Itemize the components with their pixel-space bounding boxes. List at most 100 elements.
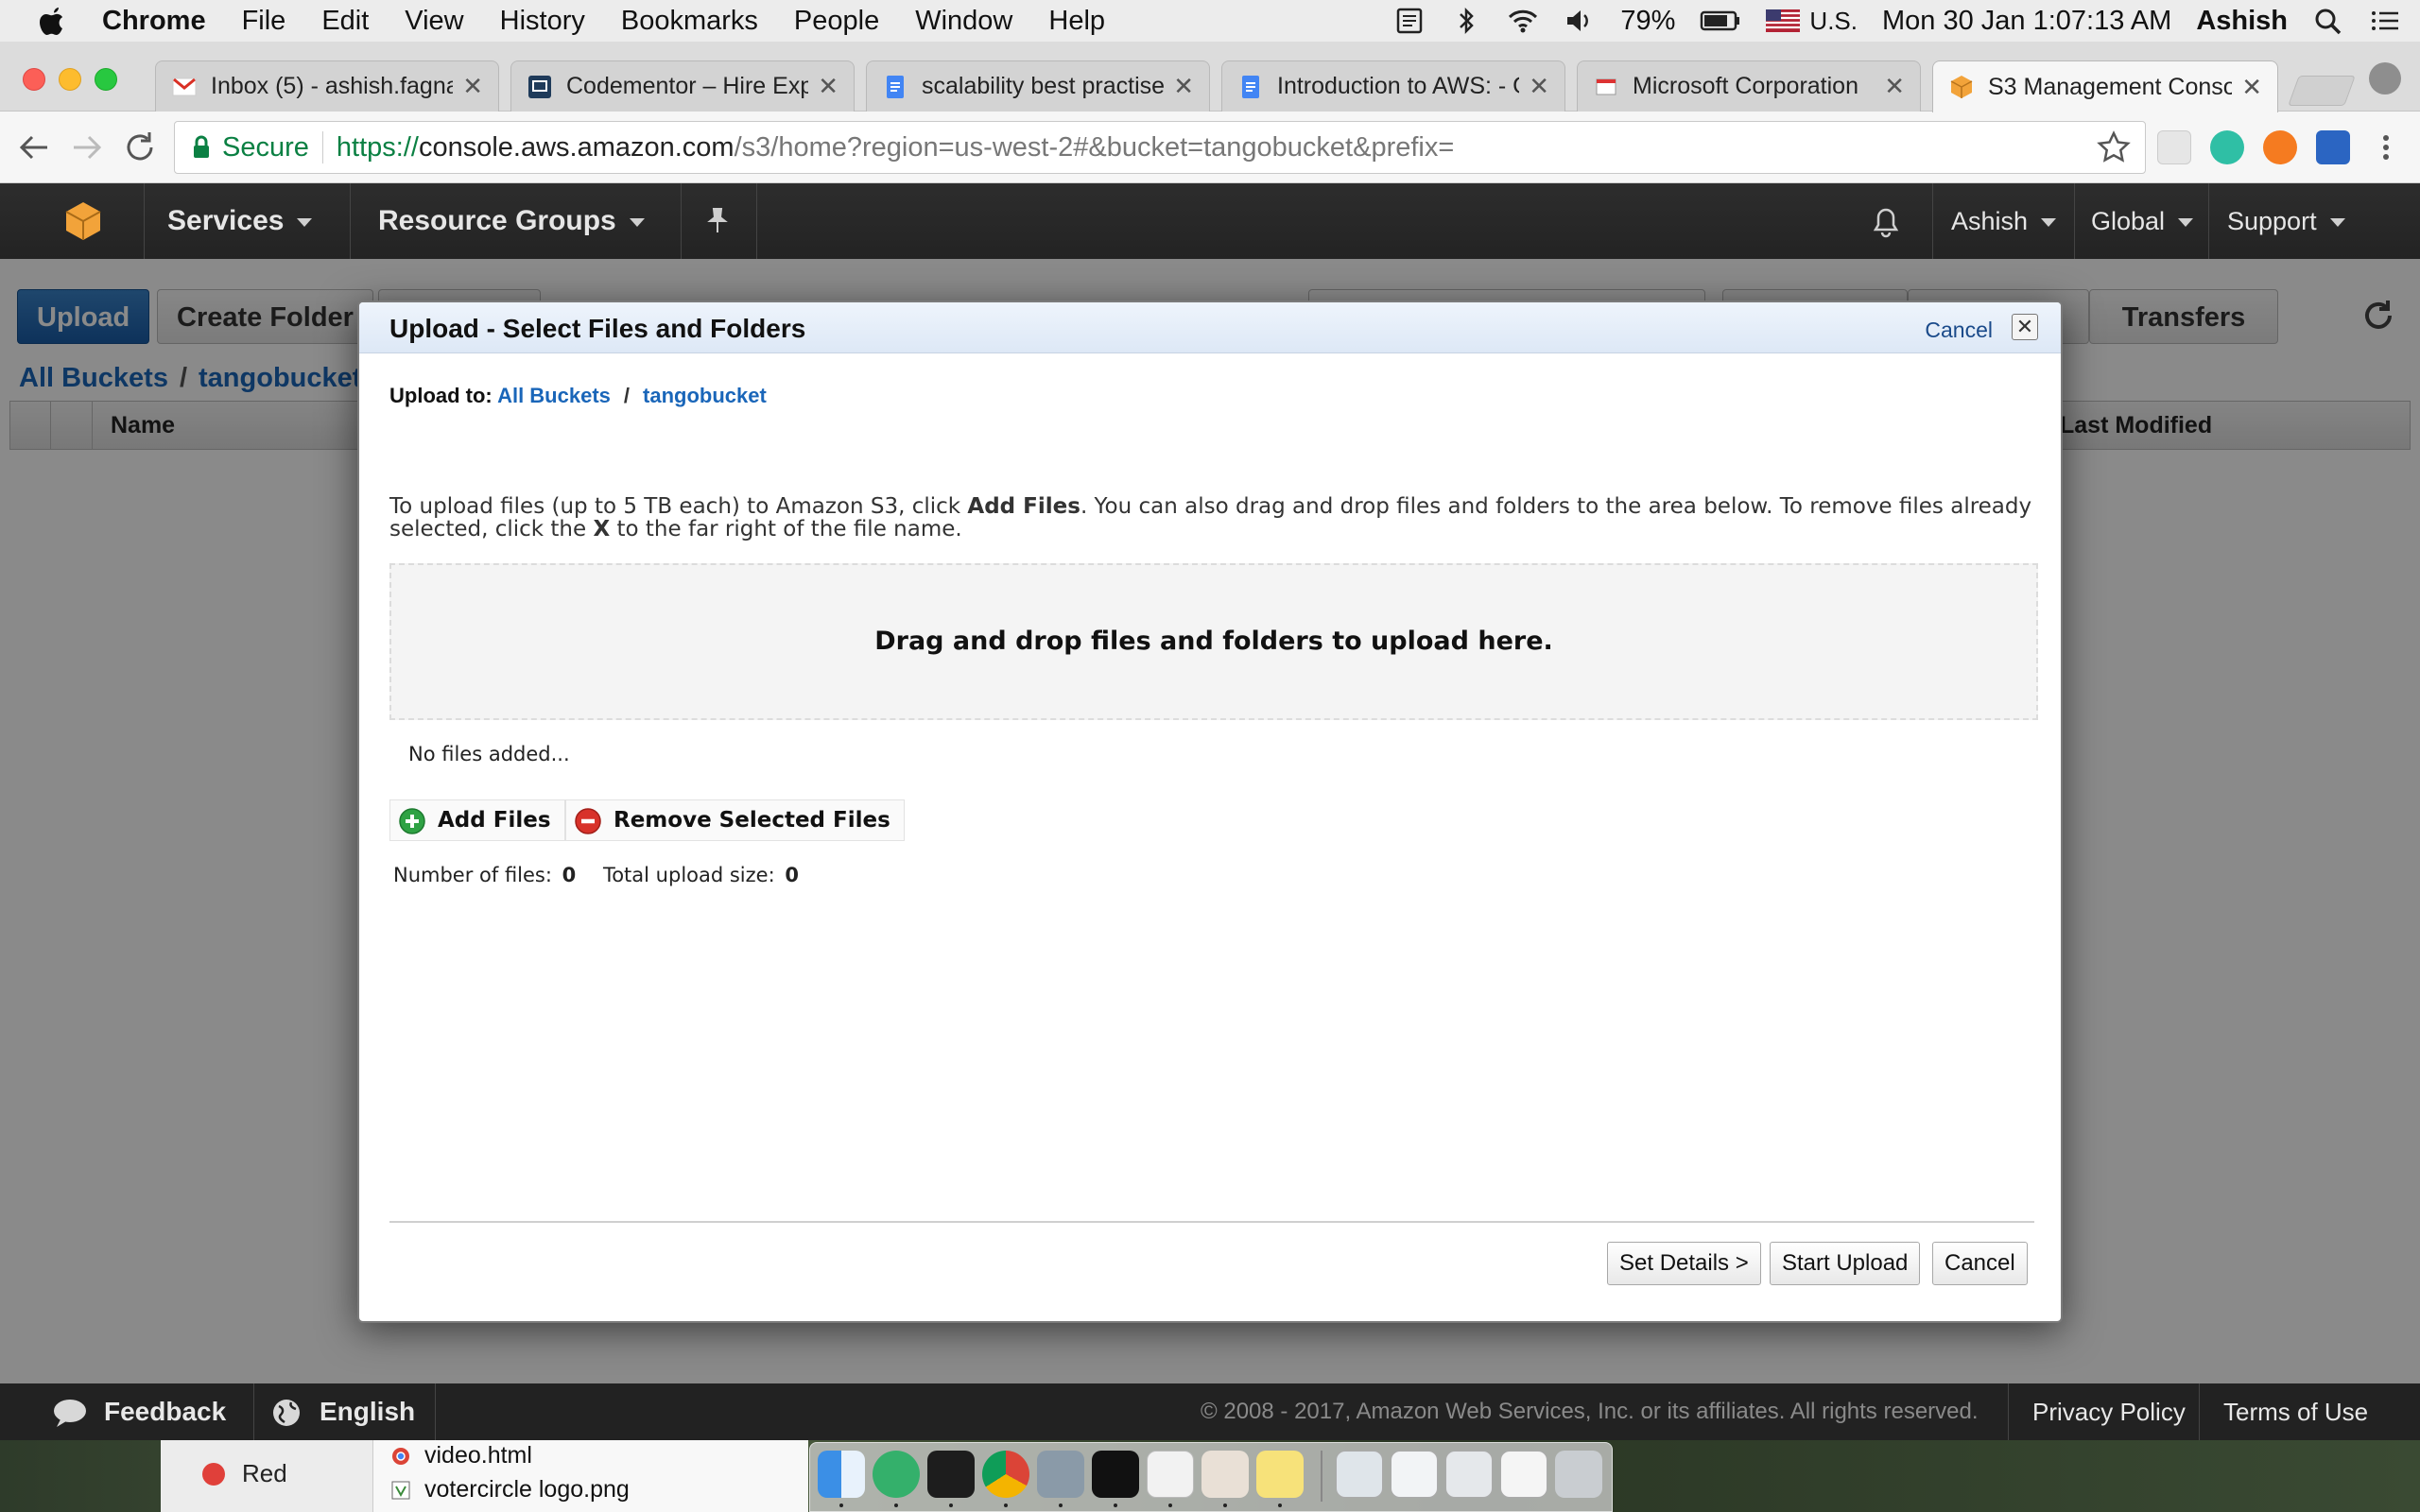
us-flag-icon[interactable] [1766,9,1801,32]
tab-gmail[interactable]: Inbox (5) - ashish.fagna ✕ [155,60,499,112]
services-menu[interactable]: Services [167,183,313,259]
resource-groups-menu[interactable]: Resource Groups [378,183,645,259]
minimized-window-icon[interactable] [1336,1451,1383,1498]
tab-title: Inbox (5) - ashish.fagna [211,73,454,99]
terminal-icon[interactable] [1092,1451,1139,1498]
menu-app-chrome[interactable]: Chrome [102,6,206,37]
set-details-button[interactable]: Set Details > [1607,1242,1761,1285]
tab-close-icon[interactable]: ✕ [1173,72,1194,101]
reload-icon[interactable] [121,129,159,166]
menu-file[interactable]: File [242,6,286,37]
window-zoom-button[interactable] [95,68,117,91]
account-menu[interactable]: Ashish [1951,183,2057,259]
menu-edit[interactable]: Edit [321,6,369,37]
bookmark-star-icon[interactable] [2096,129,2132,165]
volume-icon[interactable] [1564,7,1596,35]
chrome-profile-icon[interactable] [2369,62,2401,94]
menubar-user[interactable]: Ashish [2196,6,2288,37]
feedback-link[interactable]: Feedback [104,1383,226,1440]
remove-circle-icon [575,808,601,834]
file-drop-zone[interactable]: Drag and drop files and folders to uploa… [389,563,2038,720]
window-minimize-button[interactable] [59,68,81,91]
upload-to-all-buckets-link[interactable]: All Buckets [497,384,611,407]
close-icon[interactable]: ✕ [2012,314,2038,340]
minimized-window-icon[interactable] [1445,1451,1493,1498]
tab-close-icon[interactable]: ✕ [2241,73,2262,102]
terminal-dollar-icon[interactable] [927,1451,975,1498]
number-of-files-value: 0 [562,864,577,886]
extension-reader-icon[interactable] [2157,130,2191,164]
tab-s3-console[interactable]: S3 Management Console ✕ [1932,60,2278,112]
menubar-clock[interactable]: Mon 30 Jan 1:07:13 AM [1882,6,2171,37]
preview-icon[interactable] [1037,1451,1084,1498]
minimized-window-icon[interactable] [1391,1451,1438,1498]
extension-orange-icon[interactable] [2263,130,2297,164]
tab-close-icon[interactable]: ✕ [1529,72,1549,101]
forward-arrow-icon[interactable] [68,129,106,166]
tab-close-icon[interactable]: ✕ [818,72,838,101]
tab-microsoft[interactable]: Microsoft Corporation ✕ [1577,60,1921,112]
window-close-button[interactable] [23,68,45,91]
aws-cube-logo-icon[interactable] [60,198,106,244]
extension-m-icon[interactable] [2210,130,2244,164]
dialog-footer-divider [389,1221,2034,1223]
extension-bookmark-icon[interactable] [2316,130,2350,164]
tag-red-label[interactable]: Red [242,1459,287,1488]
start-upload-button[interactable]: Start Upload [1770,1242,1921,1285]
chrome-icon[interactable] [982,1451,1029,1498]
total-upload-size-value: 0 [785,864,799,886]
menu-history[interactable]: History [500,6,585,37]
bluetooth-icon[interactable] [1450,7,1482,35]
file-item[interactable]: video.html [390,1442,532,1469]
tab-title: Microsoft Corporation [1633,73,1858,99]
menu-help[interactable]: Help [1048,6,1105,37]
chrome-menu-icon[interactable] [2369,130,2403,164]
gmail-icon [172,77,197,95]
notes-app-icon[interactable] [1256,1451,1304,1498]
trash-icon[interactable] [1555,1451,1602,1498]
support-menu[interactable]: Support [2227,183,2345,259]
terms-of-use-link[interactable]: Terms of Use [2223,1383,2368,1440]
add-files-button[interactable]: Add Files [389,799,565,841]
finder-icon[interactable] [818,1451,865,1498]
remove-selected-files-button[interactable]: Remove Selected Files [565,799,905,841]
menu-window[interactable]: Window [915,6,1012,37]
tab-codementor[interactable]: Codementor – Hire Expe ✕ [510,60,855,112]
upload-to-bucket-link[interactable]: tangobucket [643,384,767,407]
tab-intro-aws-doc[interactable]: Introduction to AWS: - G ✕ [1221,60,1565,112]
back-arrow-icon[interactable] [15,129,53,166]
pin-icon[interactable] [703,206,732,234]
textedit-icon[interactable] [1147,1451,1194,1498]
tab-title: Codementor – Hire Expe [566,73,809,99]
cancel-button[interactable]: Cancel [1932,1242,2028,1285]
notification-center-icon[interactable] [2369,7,2401,35]
dialog-cancel-link[interactable]: Cancel [1925,318,1993,343]
address-bar[interactable]: Secure https:// console.aws.amazon.com /… [174,121,2146,174]
menu-view[interactable]: View [405,6,463,37]
language-selector[interactable]: English [320,1383,415,1440]
menu-bookmarks[interactable]: Bookmarks [621,6,758,37]
slack-icon[interactable] [1201,1451,1249,1498]
tab-close-icon[interactable]: ✕ [1884,72,1905,101]
spotlight-search-icon[interactable] [2312,7,2344,35]
number-of-files-label: Number of files: [393,864,552,886]
wifi-icon[interactable] [1507,7,1539,35]
tab-close-icon[interactable]: ✕ [462,72,483,101]
minimized-window-icon[interactable] [1500,1451,1547,1498]
menu-people[interactable]: People [794,6,879,37]
battery-icon[interactable] [1700,7,1741,35]
tab-scalability-doc[interactable]: scalability best practise ✕ [866,60,1210,112]
google-docs-icon [1242,75,1259,98]
apple-icon[interactable] [38,4,68,38]
feedback-speech-bubble-icon [54,1400,86,1427]
aws-top-nav: Services Resource Groups Ashish Global S… [0,183,2420,259]
atom-icon[interactable] [873,1451,920,1498]
new-tab-button[interactable] [2288,76,2356,106]
secure-label: Secure [222,131,309,163]
input-source-label[interactable]: U.S. [1809,7,1858,36]
privacy-policy-link[interactable]: Privacy Policy [2032,1383,2186,1440]
region-menu[interactable]: Global [2091,183,2194,259]
notification-bell-icon[interactable] [1870,204,1902,238]
notes-icon[interactable] [1393,7,1426,35]
file-item[interactable]: votercircle logo.png [390,1476,630,1503]
